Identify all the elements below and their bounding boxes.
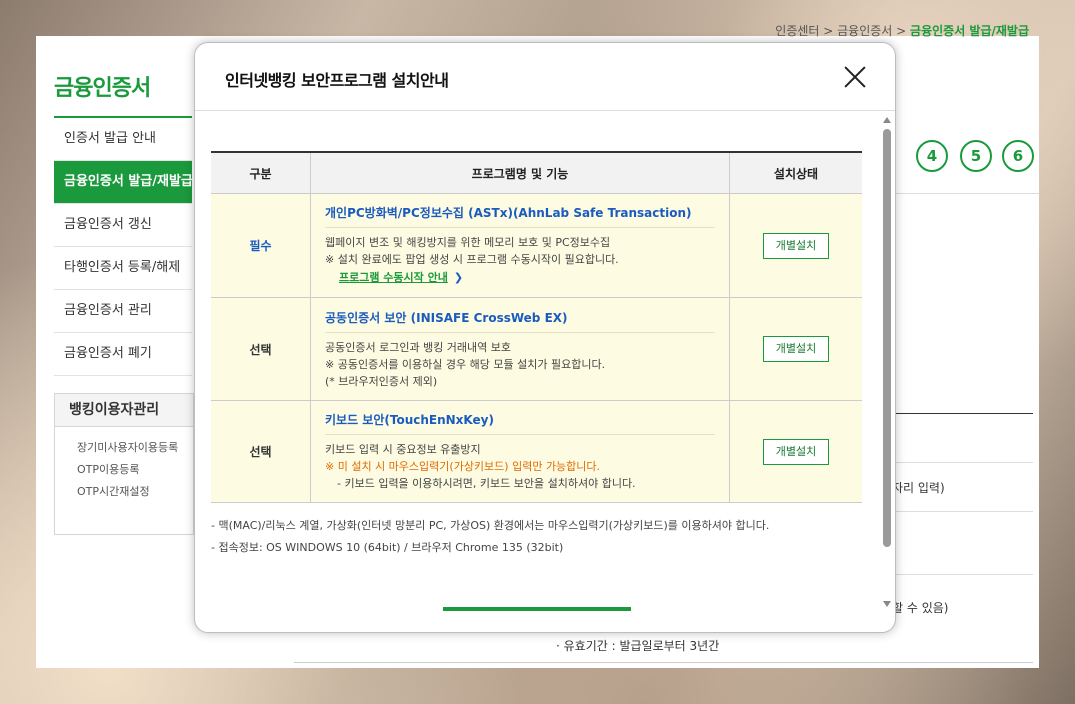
bg-text-fragment: · 유효기간 : 발급일로부터 3년간 xyxy=(556,639,720,653)
program-name: 키보드 보안(TouchEnNxKey) xyxy=(325,411,715,435)
sidebar-item-issue-reissue[interactable]: 금융인증서 발급/재발급 xyxy=(54,161,192,204)
program-name: 공동인증서 보안 (INISAFE CrossWeb EX) xyxy=(325,309,715,333)
row-type: 필수 xyxy=(211,193,311,298)
bg-divider xyxy=(894,574,1033,575)
sidebar-item-renew[interactable]: 금융인증서 갱신 xyxy=(54,204,192,247)
progress-bar xyxy=(443,607,631,611)
scroll-up-icon[interactable] xyxy=(883,117,891,123)
row-type: 선택 xyxy=(211,297,311,401)
bg-divider xyxy=(894,413,1033,414)
banking-user-box: 뱅킹이용자관리 장기미사용자이용등록 OTP이용등록 OTP시간재설정 xyxy=(54,393,194,535)
bg-divider xyxy=(894,462,1033,463)
install-button-astx[interactable]: 개별설치 xyxy=(763,232,829,259)
manual-start-guide-link[interactable]: 프로그램 수동시작 안내 ❯ xyxy=(339,268,463,288)
program-desc: (* 브라우저인증서 제외) xyxy=(325,374,438,388)
table-row: 필수 개인PC방화벽/PC정보수집 (ASTx)(AhnLab Safe Tra… xyxy=(211,193,862,298)
manual-start-guide-label: 프로그램 수동시작 안내 xyxy=(339,270,448,284)
breadcrumb-current: 금융인증서 발급/재발급 xyxy=(910,24,1029,38)
modal-title: 인터넷뱅킹 보안프로그램 설치안내 xyxy=(225,71,449,90)
step-6: 6 xyxy=(1002,140,1034,172)
breadcrumb-item[interactable]: 금융인증서 xyxy=(837,24,892,38)
row-type: 선택 xyxy=(211,400,311,503)
table-row: 선택 공동인증서 보안 (INISAFE CrossWeb EX) 공동인증서 … xyxy=(211,297,862,401)
install-notes: - 맥(MAC)/리눅스 계열, 가상화(인터넷 망분리 PC, 가상OS) 환… xyxy=(211,517,859,561)
program-name: 개인PC방화벽/PC정보수집 (ASTx)(AhnLab Safe Transa… xyxy=(325,204,715,228)
sidebar-item-issue-guide[interactable]: 인증서 발급 안내 xyxy=(54,118,192,161)
col-header-status: 설치상태 xyxy=(729,152,862,194)
bg-divider xyxy=(894,193,1039,194)
scroll-thumb[interactable] xyxy=(883,129,891,547)
step-5: 5 xyxy=(960,140,992,172)
sidebar-menu: 인증서 발급 안내 금융인증서 발급/재발급 금융인증서 갱신 타행인증서 등록… xyxy=(54,118,192,376)
sidebar-item-manage[interactable]: 금융인증서 관리 xyxy=(54,290,192,333)
modal-header-divider xyxy=(195,110,895,111)
bg-divider xyxy=(294,662,1033,663)
step-4: 4 xyxy=(916,140,948,172)
program-desc: ※ 공동인증서를 이용하실 경우 해당 모듈 설치가 필요합니다. xyxy=(325,357,606,371)
program-desc: 공동인증서 로그인과 뱅킹 거래내역 보호 xyxy=(325,340,512,354)
install-button-crossweb[interactable]: 개별설치 xyxy=(763,336,829,362)
bg-text-fragment: 할 수 있음) xyxy=(892,601,949,615)
program-desc: - 키보드 입력을 이용하시려면, 키보드 보안을 설치하셔야 합니다. xyxy=(337,477,636,490)
banking-user-title: 뱅킹이용자관리 xyxy=(55,394,193,427)
breadcrumb: 인증센터 > 금융인증서 > 금융인증서 발급/재발급 xyxy=(775,24,1029,38)
table-row: 선택 키보드 보안(TouchEnNxKey) 키보드 입력 시 중요정보 유출… xyxy=(211,400,862,503)
col-header-program: 프로그램명 및 기능 xyxy=(310,152,730,194)
sidebar-item-other-bank[interactable]: 타행인증서 등록/해제 xyxy=(54,247,192,290)
sidebar-title: 금융인증서 xyxy=(54,76,151,101)
link-otp-time-reset[interactable]: OTP시간재설정 xyxy=(77,481,193,503)
col-header-type: 구분 xyxy=(211,152,311,194)
scroll-down-icon[interactable] xyxy=(883,601,891,607)
link-otp-register[interactable]: OTP이용등록 xyxy=(77,459,193,481)
install-button-touchen[interactable]: 개별설치 xyxy=(763,438,829,465)
bg-text-fragment: 자리 입력) xyxy=(892,481,945,495)
close-icon[interactable] xyxy=(843,65,867,89)
program-desc: ※ 설치 완료에도 팝업 생성 시 프로그램 수동시작이 필요합니다. xyxy=(325,252,619,266)
program-desc: 웹페이지 변조 및 해킹방지를 위한 메모리 보호 및 PC정보수집 xyxy=(325,235,611,249)
program-warning: ※ 미 설치 시 마우스입력기(가상키보드) 입력만 가능합니다. xyxy=(325,460,601,473)
sidebar-item-revoke[interactable]: 금융인증서 폐기 xyxy=(54,333,192,376)
chevron-right-icon: ❯ xyxy=(453,270,464,284)
program-table: 구분 프로그램명 및 기능 설치상태 필수 개인PC방화벽/PC정보수집 (AS… xyxy=(211,151,862,503)
note-item: - 맥(MAC)/리눅스 계열, 가상화(인터넷 망분리 PC, 가상OS) 환… xyxy=(211,519,770,532)
link-long-term-register[interactable]: 장기미사용자이용등록 xyxy=(77,437,193,459)
breadcrumb-item[interactable]: 인증센터 xyxy=(775,24,819,38)
note-item: - 접속정보: OS WINDOWS 10 (64bit) / 브라우저 Chr… xyxy=(211,541,564,554)
security-install-modal: 인터넷뱅킹 보안프로그램 설치안내 구분 프로그램명 및 기능 설치상태 필수 … xyxy=(194,42,896,633)
modal-scrollbar[interactable] xyxy=(883,117,891,607)
bg-divider xyxy=(894,511,1033,512)
program-desc: 키보드 입력 시 중요정보 유출방지 xyxy=(325,443,481,456)
